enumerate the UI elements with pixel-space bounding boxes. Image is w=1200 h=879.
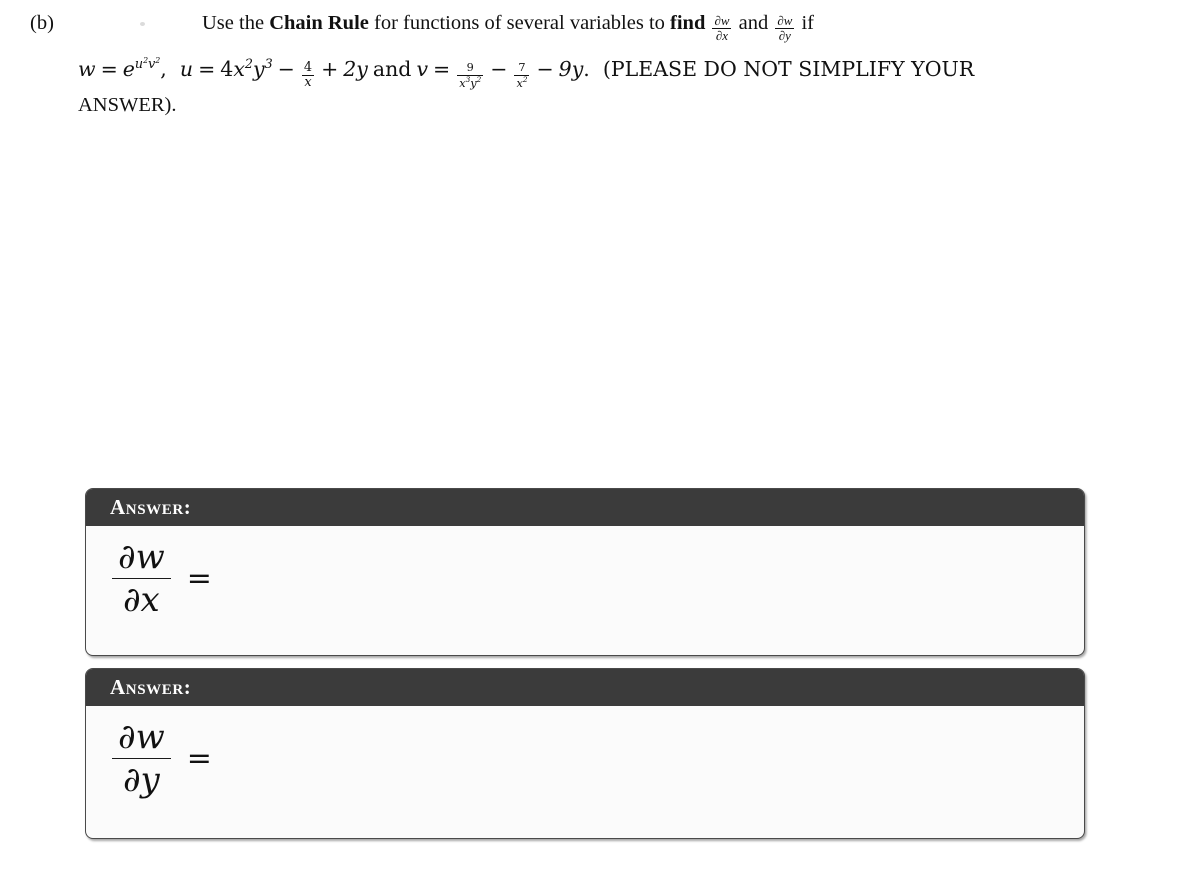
answer-card-header: Answer: [86, 669, 1084, 706]
frac-numerator: 9 [466, 61, 474, 75]
den-y-power: 2 [476, 74, 482, 84]
answer-card-body[interactable]: ∂w ∂y = [86, 706, 1084, 799]
frac-denominator: ∂y [112, 758, 171, 799]
exp-u: u [134, 55, 144, 71]
answer-expression-row: ∂w ∂y = [112, 718, 1084, 799]
frac-denominator: x3y2 [457, 74, 484, 90]
paper-smudge-mark [140, 22, 145, 26]
frac-numerator: ∂w [777, 12, 793, 28]
equals-sign-2: = [198, 56, 216, 81]
partial-w-partial-y-inline: ∂w ∂y [775, 12, 795, 43]
exponential-base: e [122, 56, 135, 81]
frac-denominator: x [301, 75, 315, 90]
u-x: x [233, 56, 245, 81]
u-last-term: 2y [343, 56, 368, 81]
partial-w-partial-x-inline: ∂w ∂x [712, 12, 732, 43]
v-last-term: 9y [558, 56, 584, 81]
u-coefficient: 4 [220, 56, 234, 81]
u-y: y [252, 56, 265, 81]
minus-sign-3: − [536, 56, 554, 81]
answer-card-header: Answer: [86, 489, 1084, 526]
frac-denominator: x2 [514, 74, 530, 90]
frac-numerator: ∂w [118, 537, 165, 577]
equals-sign-3: = [433, 56, 451, 81]
answer-header-label: Answer: [110, 675, 192, 699]
frac-numerator: ∂w [714, 12, 730, 28]
line1-text-2: for functions of several variables to [368, 12, 671, 34]
nine-over-x3y2-fraction: 9 x3y2 [457, 61, 484, 90]
line1-text-3: and [733, 12, 774, 34]
answer-card-partial-y[interactable]: Answer: ∂w ∂y = [85, 668, 1085, 839]
u-y-power: 3 [264, 55, 273, 71]
period-1: . [583, 56, 590, 81]
seven-over-x2-fraction: 7 x2 [514, 61, 530, 90]
den-x-power: 2 [522, 74, 528, 84]
v-variable: v [416, 56, 429, 81]
u-x-power: 2 [244, 55, 253, 71]
w-exponent: u2v2 [135, 56, 160, 71]
minus-sign-1: − [277, 56, 295, 81]
equals-sign: = [186, 741, 212, 777]
equals-sign: = [100, 56, 118, 81]
and-word-1: and [372, 56, 412, 81]
partial-w-partial-y-display: ∂w ∂y [112, 718, 171, 799]
problem-statement: (b) Use the Chain Rule for functions of s… [30, 8, 1190, 121]
find-emphasis: find [670, 12, 706, 34]
frac-denominator: ∂x [112, 578, 171, 619]
frac-numerator: ∂w [118, 717, 165, 757]
u-variable: u [179, 56, 194, 81]
line1-text-4: if [796, 12, 814, 34]
simplify-note: (PLEASE DO NOT SIMPLIFY YOUR [602, 56, 975, 81]
answer-card-body[interactable]: ∂w ∂x = [86, 526, 1084, 619]
frac-numerator: 4 [303, 60, 313, 76]
plus-sign: + [321, 56, 339, 81]
partial-w-partial-x-display: ∂w ∂x [112, 538, 171, 619]
answer-expression-row: ∂w ∂x = [112, 538, 1084, 619]
equals-sign: = [186, 561, 212, 597]
w-variable: w [78, 56, 96, 81]
line1-text-1: Use the [202, 12, 270, 34]
minus-sign-2: − [490, 56, 508, 81]
frac-denominator: ∂y [775, 27, 795, 43]
answer-card-partial-x[interactable]: Answer: ∂w ∂x = [85, 488, 1085, 656]
frac-denominator: ∂x [712, 27, 732, 43]
part-label: (b) [30, 12, 54, 34]
problem-line-3: ANSWER). [78, 94, 177, 117]
problem-line-2: w = eu2v2, u = 4x2y3−4 x +2y and v = 9 x3y2−7 x2−9y.… [30, 45, 1190, 91]
answer-header-label: Answer: [110, 495, 192, 519]
four-over-x-fraction: 4x [301, 60, 315, 90]
comma-1: , [160, 56, 167, 81]
problem-line-1: (b) Use the Chain Rule for functions of s… [30, 8, 1190, 43]
chain-rule-emphasis: Chain Rule [269, 12, 369, 34]
frac-numerator: 7 [518, 61, 526, 75]
